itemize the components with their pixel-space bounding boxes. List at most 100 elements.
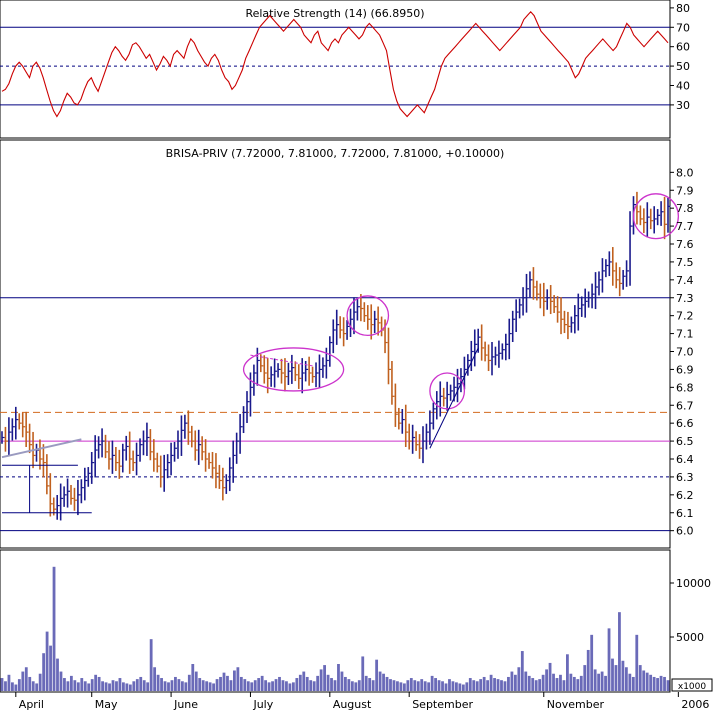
volume-bar — [340, 671, 344, 691]
price-tick-label: 7.6 — [676, 238, 694, 251]
rsi-panel: Relative Strength (14) (66.8950) 3040506… — [0, 0, 690, 139]
volume-bar — [441, 681, 444, 691]
volume-bar — [455, 682, 458, 691]
volume-bar — [11, 682, 14, 691]
volume-bar — [146, 682, 150, 691]
volume-bar — [541, 674, 545, 691]
volume-bar — [323, 665, 326, 691]
price-tick-label: 6.4 — [676, 453, 694, 466]
rsi-tick-label: 40 — [676, 79, 690, 92]
volume-bar — [371, 680, 375, 691]
volume-bar — [344, 676, 347, 691]
volume-bar — [80, 678, 84, 691]
volume-bar — [63, 678, 66, 691]
price-tick-label: 7.8 — [676, 202, 694, 215]
volume-bar — [465, 682, 469, 691]
volume-bar — [513, 674, 517, 691]
volume-bar — [73, 680, 77, 691]
rsi-frame — [0, 0, 671, 139]
volume-bar — [468, 678, 472, 691]
volume-bar — [0, 678, 4, 691]
volume-bar — [253, 680, 257, 691]
chart-canvas: Relative Strength (14) (66.8950) 30 40 50 6… — [0, 0, 723, 712]
month-label: September — [412, 698, 473, 711]
volume-bar — [624, 667, 628, 691]
volume-bar — [583, 665, 587, 691]
volume-bar — [194, 671, 198, 691]
volume-bar — [21, 671, 25, 691]
price-tick-label: 6.1 — [676, 507, 694, 520]
price-tick-label: 8.0 — [676, 166, 694, 179]
volume-bar — [357, 680, 361, 691]
volume-bar — [635, 634, 639, 691]
rsi-y-ticks: 30 40 50 60 70 80 — [670, 2, 690, 112]
volume-bar — [555, 678, 559, 691]
volume-bar — [510, 671, 514, 691]
volume-bar — [271, 681, 274, 691]
price-tick-label: 7.9 — [676, 184, 694, 197]
volume-bar — [409, 678, 413, 691]
rsi-tick-label: 60 — [676, 41, 690, 54]
volume-bar — [507, 676, 510, 691]
volume-bar — [472, 680, 476, 691]
volume-bar — [354, 682, 358, 691]
month-label: November — [547, 698, 605, 711]
volume-bar — [260, 675, 264, 691]
volume-bar — [590, 634, 594, 691]
volume-bar — [309, 680, 313, 691]
volume-bar — [285, 681, 288, 691]
volume-bar — [593, 669, 597, 691]
volume-bar — [149, 639, 153, 691]
volume-bar — [170, 680, 174, 691]
price-tick-label: 6.7 — [676, 399, 694, 412]
volume-bar — [364, 675, 368, 691]
volume-bar — [493, 678, 496, 691]
volume-bar — [559, 674, 562, 691]
volume-bar — [475, 681, 479, 691]
volume-bar — [461, 684, 465, 691]
month-label: 2006 — [681, 698, 709, 711]
volume-bar — [628, 673, 632, 691]
price-tick-label: 7.5 — [676, 256, 694, 269]
volume-bar — [142, 680, 146, 691]
volume-tick-label: 10000 — [676, 577, 711, 590]
volume-bar — [406, 680, 410, 691]
volume-bar — [611, 658, 614, 691]
volume-bar — [243, 679, 247, 691]
volume-bar — [330, 678, 333, 691]
volume-bar — [94, 674, 98, 691]
volume-bar — [600, 671, 604, 691]
volume-bar — [97, 676, 101, 691]
volume-bar — [208, 682, 212, 691]
volume-bar — [167, 682, 170, 691]
volume-bar — [87, 683, 91, 691]
volume-bar — [552, 673, 555, 691]
price-tick-label: 7.2 — [676, 310, 694, 323]
volume-bar — [4, 681, 7, 691]
volume-bar — [35, 683, 39, 691]
price-tick-label: 7.0 — [676, 346, 694, 359]
price-tick-label: 6.2 — [676, 489, 694, 502]
volume-bar — [257, 678, 261, 691]
volume-bar — [645, 672, 649, 691]
volume-bar — [392, 680, 396, 691]
price-tick-label: 7.3 — [676, 292, 694, 305]
volume-bar — [448, 679, 451, 691]
volume-bar — [503, 681, 507, 691]
volume-bar — [264, 680, 268, 691]
rsi-tick-label: 70 — [676, 21, 690, 34]
price-y-ticks: 8.0 7.9 7.8 7.7 7.6 7.5 7.4 7.3 7.2 7.1 7.0 6.9 6.8 6… — [670, 166, 694, 538]
volume-bar — [76, 682, 80, 691]
volume-bar — [548, 662, 552, 691]
volume-bar — [163, 681, 167, 691]
volume-bar — [219, 676, 222, 691]
volume-bar — [361, 656, 365, 691]
volume-bar — [205, 681, 209, 691]
volume-bar — [527, 675, 531, 691]
month-label: August — [333, 698, 372, 711]
volume-bar — [305, 676, 309, 691]
volume-bar — [458, 683, 462, 691]
volume-bar — [621, 660, 625, 691]
volume-bar — [125, 683, 129, 691]
volume-bar — [281, 680, 285, 691]
